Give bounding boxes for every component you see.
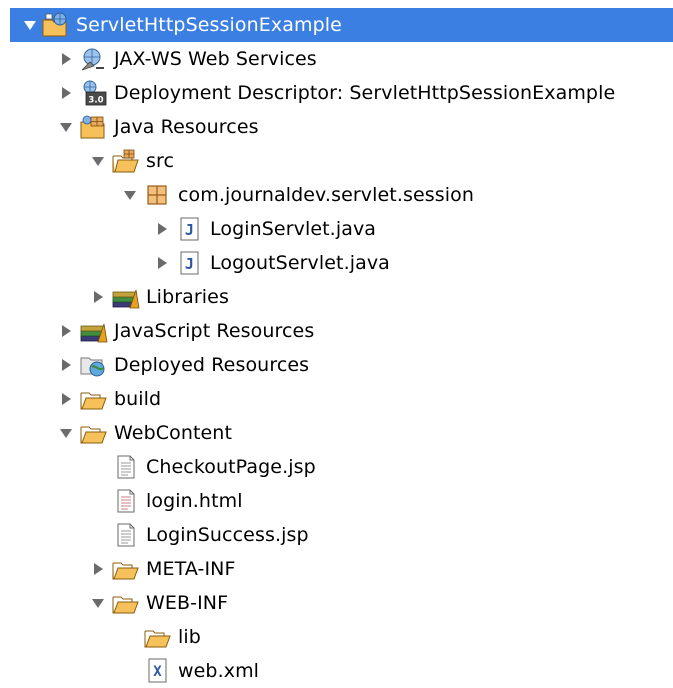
tree-item-label: Libraries <box>146 286 229 308</box>
tree-item-label: WEB-INF <box>146 592 229 614</box>
tree-item-build[interactable]: build <box>0 382 673 416</box>
chevron-right-icon[interactable] <box>88 287 108 307</box>
tree-item-checkoutpage-jsp[interactable]: CheckoutPage.jsp <box>0 450 673 484</box>
javascript-resources-icon <box>78 316 108 346</box>
tree-item-java-resources[interactable]: Java Resources <box>0 110 673 144</box>
tree-item-label: LogoutServlet.java <box>210 252 390 274</box>
source-folder-icon <box>110 146 140 176</box>
tree-item-package[interactable]: com.journaldev.servlet.session <box>0 178 673 212</box>
java-glyph: J <box>185 221 194 239</box>
tree-item-web-xml[interactable]: X web.xml <box>0 654 673 688</box>
tree-item-label: LoginSuccess.jsp <box>146 524 309 546</box>
tree-item-label: LoginServlet.java <box>210 218 377 240</box>
tree-item-label: com.journaldev.servlet.session <box>178 184 474 206</box>
tree-item-loginservlet-java[interactable]: J LoginServlet.java <box>0 212 673 246</box>
tree-item-javascript-resources[interactable]: JavaScript Resources <box>0 314 673 348</box>
tree-item-webcontent[interactable]: WebContent <box>0 416 673 450</box>
tree-item-label: lib <box>178 626 201 648</box>
xml-file-icon: X <box>142 656 172 686</box>
folder-icon <box>142 622 172 652</box>
tree-item-label: web.xml <box>178 660 260 682</box>
tree-item-label: Deployment Descriptor: ServletHttpSessio… <box>114 82 616 104</box>
tree-item-label: src <box>146 150 175 172</box>
chevron-right-icon[interactable] <box>56 83 76 103</box>
tree-item-label: build <box>114 388 162 410</box>
tree-item-label: META-INF <box>146 558 236 580</box>
xml-glyph: X <box>153 664 162 680</box>
chevron-down-icon[interactable] <box>56 423 76 443</box>
tree-item-label: Deployed Resources <box>114 354 310 376</box>
chevron-down-icon[interactable] <box>20 15 40 35</box>
chevron-right-icon[interactable] <box>152 219 172 239</box>
java-resources-icon <box>78 112 108 142</box>
tree-item-jax-ws-web-services[interactable]: JAX-WS Web Services <box>0 42 673 76</box>
chevron-down-icon[interactable] <box>88 151 108 171</box>
folder-open-icon <box>110 588 140 618</box>
chevron-down-icon[interactable] <box>56 117 76 137</box>
chevron-right-icon[interactable] <box>56 321 76 341</box>
tree-item-libraries[interactable]: Libraries <box>0 280 673 314</box>
web-services-icon <box>78 44 108 74</box>
tree-item-deployed-resources[interactable]: Deployed Resources <box>0 348 673 382</box>
java-file-icon: J <box>174 248 204 278</box>
libraries-icon <box>110 282 140 312</box>
tree-item-src[interactable]: src <box>0 144 673 178</box>
tree-item-deployment-descriptor[interactable]: 3.0 Deployment Descriptor: ServletHttpSe… <box>0 76 673 110</box>
deployment-descriptor-icon: 3.0 <box>78 78 108 108</box>
folder-icon <box>78 384 108 414</box>
tree-item-servlethttpsessionexample[interactable]: ServletHttpSessionExample <box>10 8 673 42</box>
chevron-right-icon[interactable] <box>88 559 108 579</box>
tree-item-login-html[interactable]: login.html <box>0 484 673 518</box>
tree-item-lib[interactable]: lib <box>0 620 673 654</box>
jsp-file-icon <box>110 452 140 482</box>
tree-item-web-inf[interactable]: WEB-INF <box>0 586 673 620</box>
tree-item-loginsuccess-jsp[interactable]: LoginSuccess.jsp <box>0 518 673 552</box>
chevron-right-icon[interactable] <box>56 389 76 409</box>
chevron-right-icon[interactable] <box>152 253 172 273</box>
folder-icon <box>110 554 140 584</box>
java-file-icon: J <box>174 214 204 244</box>
html-file-icon <box>110 486 140 516</box>
tree-item-label: JAX-WS Web Services <box>114 48 317 70</box>
chevron-right-icon[interactable] <box>56 49 76 69</box>
version-badge: 3.0 <box>88 96 103 106</box>
chevron-down-icon[interactable] <box>120 185 140 205</box>
tree-item-label: CheckoutPage.jsp <box>146 456 316 478</box>
tree-item-label: JavaScript Resources <box>114 320 315 342</box>
folder-open-icon <box>78 418 108 448</box>
tree-item-label: login.html <box>146 490 243 512</box>
jsp-file-icon <box>110 520 140 550</box>
web-project-icon <box>40 10 70 40</box>
project-explorer-tree: ServletHttpSessionExample JAX-WS Web Ser… <box>0 0 673 685</box>
java-glyph: J <box>185 255 194 273</box>
package-icon <box>142 180 172 210</box>
tree-item-meta-inf[interactable]: META-INF <box>0 552 673 586</box>
tree-item-label: Java Resources <box>114 116 259 138</box>
tree-item-logoutservlet-java[interactable]: J LogoutServlet.java <box>0 246 673 280</box>
deployed-resources-icon <box>78 350 108 380</box>
chevron-right-icon[interactable] <box>56 355 76 375</box>
chevron-down-icon[interactable] <box>88 593 108 613</box>
tree-item-label: WebContent <box>114 422 232 444</box>
tree-item-label: ServletHttpSessionExample <box>76 14 342 36</box>
